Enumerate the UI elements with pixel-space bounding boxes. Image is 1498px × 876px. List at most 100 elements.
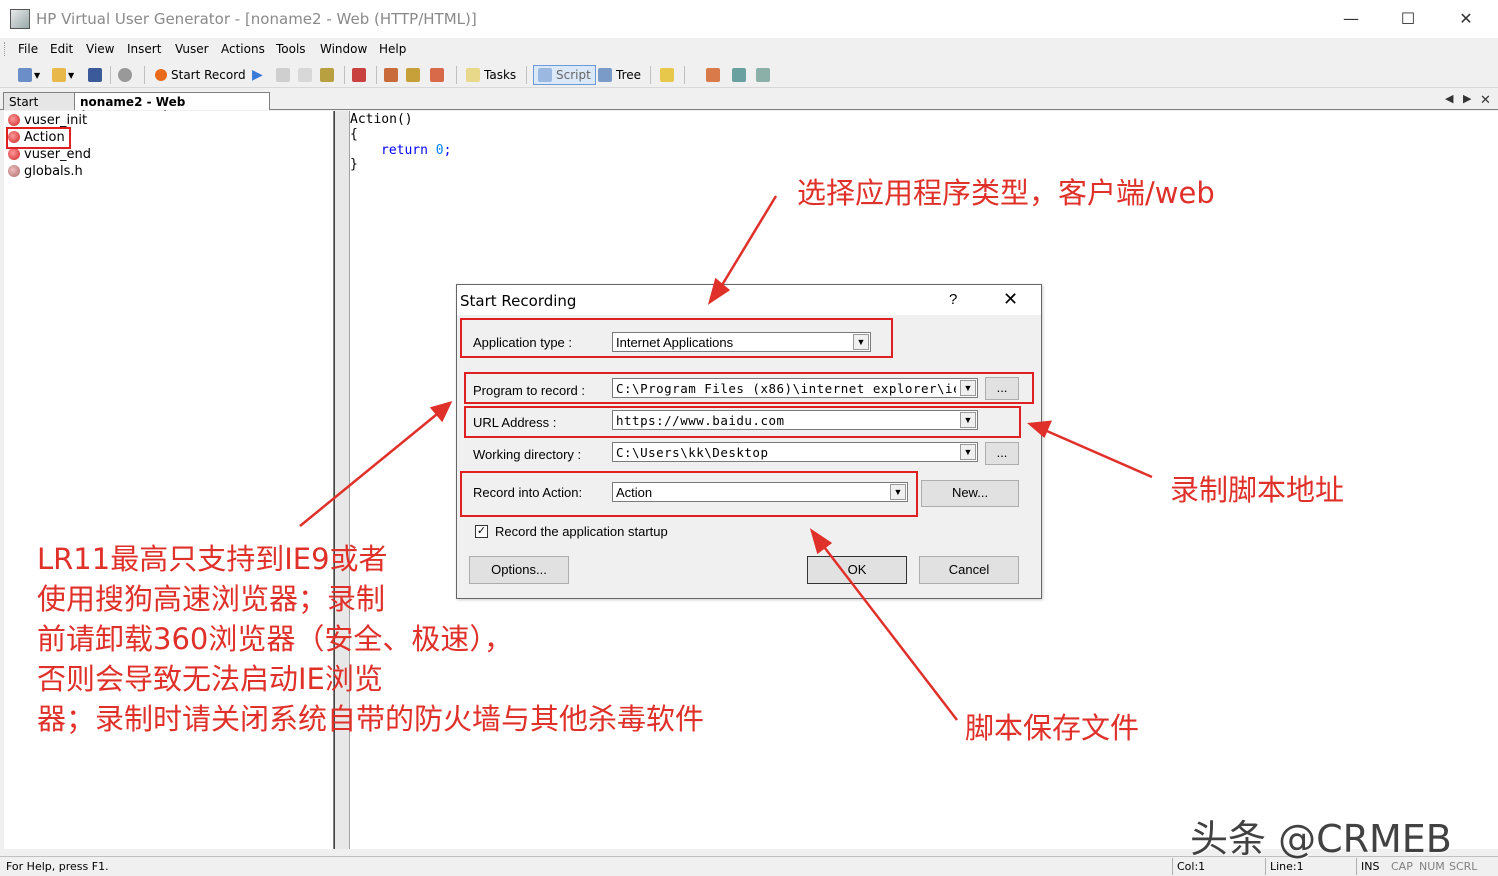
- app-window: HP Virtual User Generator - [noname2 - W…: [0, 0, 1498, 876]
- new-action-button[interactable]: New...: [921, 480, 1019, 507]
- highlight-application-type-box: [460, 318, 893, 358]
- header-file-icon: [8, 165, 20, 177]
- close-button[interactable]: ✕: [1438, 4, 1494, 34]
- script-label: Script: [556, 68, 591, 82]
- open-folder-icon[interactable]: ▼: [52, 65, 74, 85]
- annotation-browser-note-2: 使用搜狗高速浏览器；录制: [37, 582, 386, 616]
- windows-icon[interactable]: [756, 65, 770, 85]
- menu-window[interactable]: Window: [320, 42, 367, 56]
- annotation-browser-note-5: 器；录制时请关闭系统自带的防火墙与其他杀毒软件: [37, 702, 705, 736]
- stop-icon[interactable]: [276, 65, 290, 85]
- toolbar-separator: [110, 66, 111, 84]
- app-icon: [10, 9, 30, 29]
- tab-close-icon[interactable]: ✕: [1480, 92, 1491, 108]
- script-view-button[interactable]: Script: [533, 65, 596, 85]
- menu-tools[interactable]: Tools: [276, 42, 306, 56]
- record-startup-label: Record the application startup: [495, 524, 668, 539]
- output-icon[interactable]: [660, 65, 674, 85]
- tasks-button[interactable]: Tasks: [466, 65, 516, 85]
- annotation-browser-note-1: LR11最高只支持到IE9或者: [37, 542, 388, 576]
- menu-file[interactable]: File: [18, 42, 38, 56]
- minimize-button[interactable]: —: [1323, 4, 1379, 34]
- annotation-browser-note-3: 前请卸载360浏览器（安全、极速），: [37, 622, 513, 656]
- dialog-close-button[interactable]: ✕: [1003, 289, 1018, 310]
- tree-view-button[interactable]: Tree: [598, 65, 641, 85]
- watermark: 头条 @CRMEB: [1190, 817, 1452, 861]
- highlight-record-into-box: [460, 471, 918, 517]
- toolbar-separator: [526, 66, 527, 84]
- menu-actions[interactable]: Actions: [221, 42, 265, 56]
- action-icon: [8, 114, 20, 126]
- chevron-down-icon: ▼: [960, 444, 976, 460]
- new-script-icon[interactable]: ▼: [18, 65, 40, 85]
- script-tree: vuser_init Action vuser_end globals.h: [4, 111, 334, 849]
- recording-options-icon[interactable]: [732, 65, 746, 85]
- tab-start-page[interactable]: Start Page: [3, 92, 75, 123]
- toolbar-separator: [650, 66, 651, 84]
- maximize-button[interactable]: ☐: [1380, 4, 1436, 34]
- menu-grip: [4, 42, 7, 56]
- highlight-program-box: [464, 372, 1034, 404]
- toolbar-separator: [376, 66, 377, 84]
- compile-icon[interactable]: [352, 65, 366, 85]
- record-icon: [155, 69, 167, 81]
- tasks-label: Tasks: [484, 68, 517, 82]
- script-icon: [538, 68, 552, 82]
- tab-scroll-right-icon[interactable]: ▶: [1463, 92, 1471, 105]
- code-line-3: return 0;: [381, 143, 452, 158]
- save-icon[interactable]: [88, 65, 102, 85]
- options-button[interactable]: Options...: [469, 556, 569, 584]
- runtime-settings-icon[interactable]: [706, 65, 720, 85]
- menu-vuser[interactable]: Vuser: [175, 42, 209, 56]
- working-directory-select[interactable]: C:\Users\kk\Desktop ▼: [612, 442, 978, 462]
- ok-button[interactable]: OK: [807, 556, 907, 584]
- toolbar-separator: [144, 66, 145, 84]
- menu-insert[interactable]: Insert: [127, 42, 161, 56]
- tree-item-globals[interactable]: globals.h: [8, 163, 83, 179]
- tree-label: Tree: [616, 68, 642, 82]
- window-title: HP Virtual User Generator - [noname2 - W…: [36, 10, 477, 28]
- menu-help[interactable]: Help: [379, 42, 406, 56]
- tab-noname2[interactable]: noname2 - Web (HTTP/HTML): [74, 92, 270, 123]
- dialog-title-bar: Start Recording ? ✕: [457, 285, 1041, 315]
- title-bar: HP Virtual User Generator - [noname2 - W…: [0, 0, 1498, 38]
- toolbar: ▼ ▼ Start Record ▶ Tasks Script Tree: [0, 61, 1498, 88]
- annotation-save-file: 脚本保存文件: [965, 711, 1140, 745]
- toolbar-separator: [344, 66, 345, 84]
- cancel-button[interactable]: Cancel: [919, 556, 1019, 584]
- bookmark-icon[interactable]: [406, 65, 420, 85]
- find-icon[interactable]: [118, 65, 132, 85]
- menu-bar: File Edit View Insert Vuser Actions Tool…: [0, 38, 1498, 60]
- code-line-4: }: [350, 157, 358, 172]
- run-icon[interactable]: ▶: [252, 65, 263, 85]
- browse-directory-button[interactable]: ...: [985, 442, 1019, 465]
- toolbar-separator: [456, 66, 457, 84]
- action-icon: [8, 148, 20, 160]
- annotation-app-type: 选择应用程序类型，客户端/web: [797, 176, 1215, 210]
- status-help: For Help, press F1.: [6, 860, 109, 873]
- tasks-icon: [466, 68, 480, 82]
- menu-edit[interactable]: Edit: [50, 42, 73, 56]
- tree-icon: [598, 68, 612, 82]
- toolbar-separator: [684, 66, 685, 84]
- pause-icon[interactable]: [298, 65, 312, 85]
- start-record-label: Start Record: [171, 68, 246, 82]
- dialog-help-button[interactable]: ?: [949, 291, 957, 308]
- breakpoint-icon[interactable]: [384, 65, 398, 85]
- document-tabs: Start Page noname2 - Web (HTTP/HTML) ◀ ▶…: [0, 90, 1498, 123]
- status-scrl: SCRL: [1449, 860, 1478, 873]
- code-line-2: {: [350, 127, 358, 142]
- menu-view[interactable]: View: [86, 42, 114, 56]
- record-startup-checkbox[interactable]: ✓: [475, 525, 488, 538]
- pane-splitter[interactable]: [334, 111, 350, 849]
- snapshot-icon[interactable]: [430, 65, 444, 85]
- start-record-button[interactable]: Start Record: [155, 65, 246, 85]
- tree-item-vuser-init[interactable]: vuser_init: [8, 112, 87, 128]
- step-icon[interactable]: [320, 65, 334, 85]
- code-line-1: Action(): [350, 112, 413, 127]
- tab-scroll-left-icon[interactable]: ◀: [1445, 92, 1453, 105]
- highlight-action-box: [6, 127, 71, 149]
- annotation-browser-note-4: 否则会导致无法启动IE浏览: [37, 662, 383, 696]
- status-separator: [1172, 858, 1173, 875]
- annotation-url: 录制脚本地址: [1170, 473, 1345, 507]
